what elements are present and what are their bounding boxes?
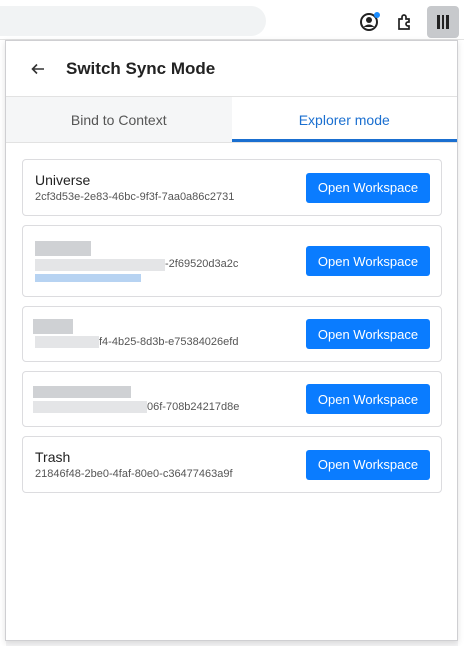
- workspace-list: Universe 2cf3d53e-2e83-46bc-9f3f-7aa0a86…: [6, 143, 457, 493]
- account-icon[interactable]: [355, 8, 383, 36]
- sync-mode-popup: Switch Sync Mode Bind to Context Explore…: [5, 40, 458, 641]
- open-workspace-button[interactable]: Open Workspace: [306, 172, 430, 203]
- extension-active-icon[interactable]: [427, 6, 459, 38]
- notification-dot-icon: [374, 12, 380, 18]
- workspace-id: f4-4b25-8d3b-e75384026efd: [99, 336, 239, 348]
- redacted-id: [35, 257, 165, 272]
- workspace-card: -2f69520d3a2c Open Workspace: [22, 225, 442, 297]
- mode-tabs: Bind to Context Explorer mode: [6, 97, 457, 143]
- workspace-card: f4-4b25-8d3b-e75384026efd Open Workspace: [22, 306, 442, 362]
- open-workspace-button[interactable]: Open Workspace: [306, 449, 430, 480]
- redacted-link: [35, 272, 255, 282]
- page-title: Switch Sync Mode: [66, 58, 216, 78]
- tab-bind-to-context[interactable]: Bind to Context: [6, 97, 232, 142]
- workspace-card: Trash 21846f48-2be0-4faf-80e0-c36477463a…: [22, 436, 442, 493]
- redacted-id: [35, 335, 99, 349]
- redacted-name: [33, 319, 255, 335]
- address-bar[interactable]: [0, 6, 266, 36]
- workspace-card: Universe 2cf3d53e-2e83-46bc-9f3f-7aa0a86…: [22, 159, 442, 216]
- open-workspace-button[interactable]: Open Workspace: [306, 319, 430, 349]
- workspace-id: 21846f48-2be0-4faf-80e0-c36477463a9f: [35, 467, 233, 480]
- open-workspace-button[interactable]: Open Workspace: [306, 246, 430, 276]
- back-arrow-icon[interactable]: [26, 57, 50, 81]
- popup-header: Switch Sync Mode: [6, 41, 457, 97]
- workspace-name: Universe: [35, 171, 91, 188]
- redacted-name: [35, 240, 255, 257]
- workspace-id: 06f-708b24217d8e: [147, 401, 240, 413]
- workspace-card: 06f-708b24217d8e Open Workspace: [22, 371, 442, 427]
- workspace-id: -2f69520d3a2c: [165, 258, 239, 270]
- redacted-id: [33, 400, 147, 414]
- workspace-name: Trash: [35, 448, 71, 465]
- open-workspace-button[interactable]: Open Workspace: [306, 384, 430, 414]
- redacted-name: [33, 384, 255, 400]
- browser-toolbar: [0, 0, 464, 40]
- page-background-right: [458, 40, 464, 646]
- extensions-puzzle-icon[interactable]: [391, 8, 419, 36]
- tab-explorer-mode[interactable]: Explorer mode: [231, 97, 457, 142]
- workspace-id: 2cf3d53e-2e83-46bc-9f3f-7aa0a86c2731: [35, 190, 235, 203]
